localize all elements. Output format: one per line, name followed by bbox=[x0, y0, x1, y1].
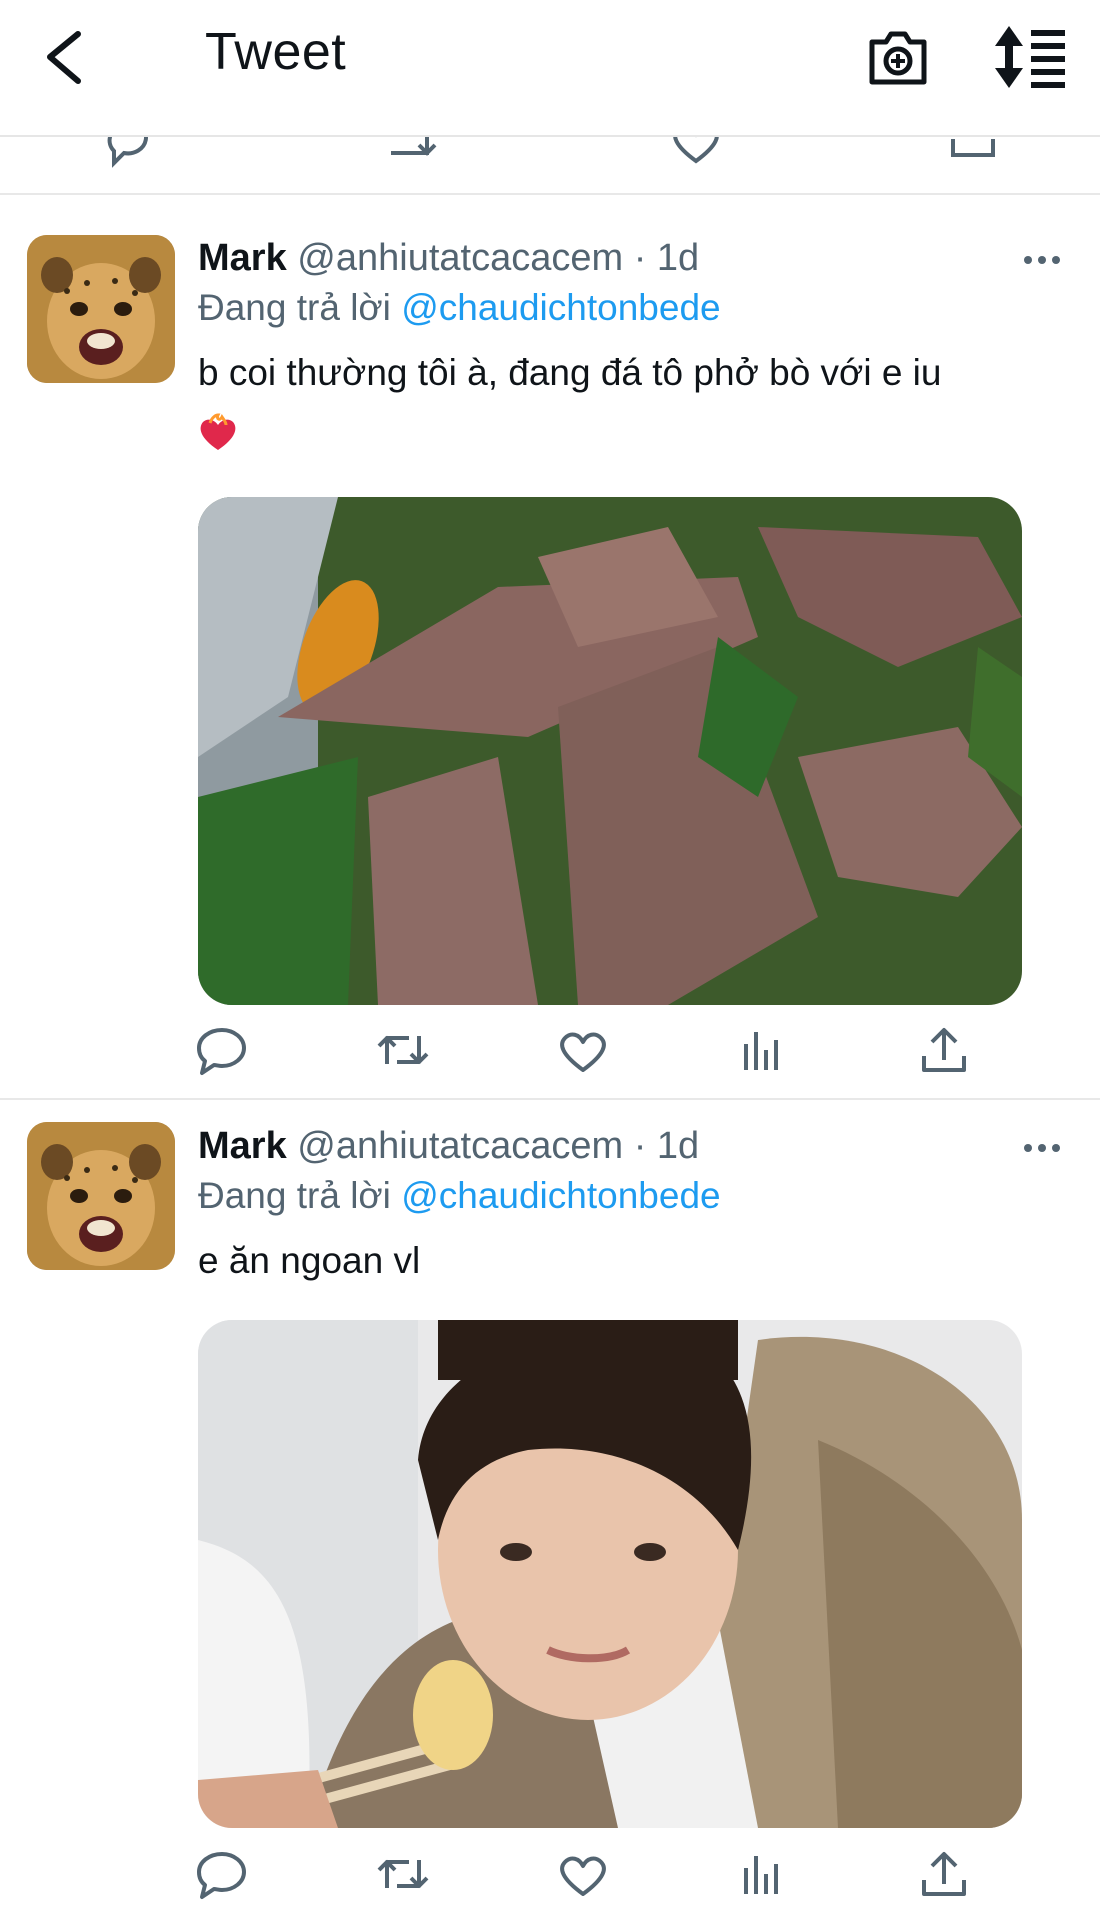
analytics-icon[interactable] bbox=[736, 1846, 792, 1902]
page-title: Tweet bbox=[205, 23, 347, 81]
like-icon[interactable] bbox=[668, 135, 724, 169]
share-icon[interactable] bbox=[916, 1022, 972, 1078]
tweet-header: Mark @anhiutatcacacem · 1d bbox=[198, 1125, 699, 1168]
like-icon[interactable] bbox=[555, 1022, 611, 1078]
reply-prefix: Đang trả lời bbox=[198, 287, 391, 328]
top-bar: Tweet bbox=[0, 0, 1100, 137]
divider bbox=[0, 193, 1100, 195]
user-handle[interactable]: @anhiutatcacacem bbox=[297, 1125, 623, 1167]
reply-prefix: Đang trả lời bbox=[198, 1175, 391, 1216]
separator-dot: · bbox=[633, 237, 647, 279]
replying-to: Đang trả lời @chaudichtonbede bbox=[198, 287, 721, 329]
timestamp[interactable]: 1d bbox=[657, 1125, 699, 1167]
tweet-header: Mark @anhiutatcacacem · 1d bbox=[198, 237, 699, 280]
reply-icon[interactable] bbox=[194, 1846, 250, 1902]
tweet-actions bbox=[0, 1022, 1100, 1082]
tweet-text: b coi thường tôi à, đang đá tô phở bò vớ… bbox=[198, 352, 942, 393]
display-name[interactable]: Mark bbox=[198, 1125, 287, 1167]
more-options-icon[interactable] bbox=[1022, 250, 1062, 270]
share-icon[interactable] bbox=[916, 1846, 972, 1902]
tweet-photo[interactable] bbox=[198, 1320, 1022, 1828]
camera-add-icon[interactable] bbox=[866, 26, 930, 90]
share-icon[interactable] bbox=[945, 135, 1001, 169]
chevron-left-icon[interactable] bbox=[40, 30, 90, 85]
retweet-icon[interactable] bbox=[385, 135, 441, 169]
reply-mention-link[interactable]: @chaudichtonbede bbox=[401, 287, 720, 328]
timestamp[interactable]: 1d bbox=[657, 237, 699, 279]
reply-mention-link[interactable]: @chaudichtonbede bbox=[401, 1175, 720, 1216]
tweet-actions bbox=[0, 1846, 1100, 1906]
tweet-photo[interactable] bbox=[198, 497, 1022, 1005]
reply-icon[interactable] bbox=[194, 1022, 250, 1078]
more-options-icon[interactable] bbox=[1022, 1138, 1062, 1158]
like-icon[interactable] bbox=[555, 1846, 611, 1902]
replying-to: Đang trả lời @chaudichtonbede bbox=[198, 1175, 721, 1217]
reply-icon[interactable] bbox=[100, 135, 156, 169]
display-name[interactable]: Mark bbox=[198, 237, 287, 279]
avatar[interactable] bbox=[27, 1122, 175, 1270]
heart-on-fire-emoji bbox=[200, 413, 236, 450]
sort-list-icon[interactable] bbox=[995, 24, 1067, 90]
divider bbox=[0, 1098, 1100, 1100]
retweet-icon[interactable] bbox=[375, 1846, 431, 1902]
user-handle[interactable]: @anhiutatcacacem bbox=[297, 237, 623, 279]
avatar[interactable] bbox=[27, 235, 175, 383]
tweet-text: e ăn ngoan vl bbox=[198, 1240, 421, 1281]
analytics-icon[interactable] bbox=[736, 1022, 792, 1078]
previous-tweet-actions bbox=[0, 135, 1100, 190]
separator-dot: · bbox=[633, 1125, 647, 1167]
retweet-icon[interactable] bbox=[375, 1022, 431, 1078]
